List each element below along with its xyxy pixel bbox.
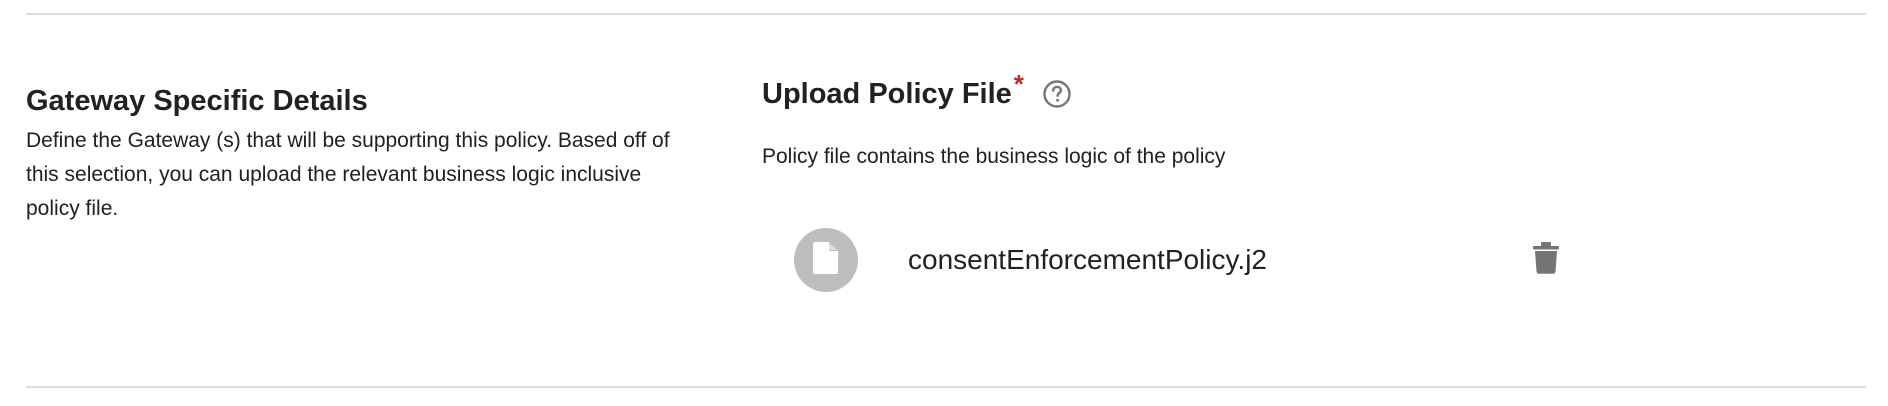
top-divider [26,13,1866,15]
bottom-divider [26,386,1866,388]
help-circle-icon[interactable] [1042,79,1072,109]
file-avatar [794,228,858,292]
uploaded-file-item: consentEnforcementPolicy.j2 [794,228,1594,294]
file-icon [811,240,841,281]
trash-icon [1533,241,1559,279]
delete-file-button[interactable] [1531,241,1561,279]
upload-policy-panel: Upload Policy File * Policy file contain… [762,68,1762,292]
gateway-section-description: Define the Gateway (s) that will be supp… [26,129,670,220]
upload-description: Policy file contains the business logic … [762,145,1226,168]
gateway-details-panel: Gateway Specific Details Define the Gate… [26,82,686,226]
required-marker: * [1013,68,1024,99]
upload-title: Upload Policy File [762,77,1012,110]
file-name: consentEnforcementPolicy.j2 [908,244,1267,275]
policy-form-section: Gateway Specific Details Define the Gate… [0,0,1888,406]
gateway-section-title: Gateway Specific Details [26,85,368,117]
upload-header: Upload Policy File * [762,68,1762,116]
